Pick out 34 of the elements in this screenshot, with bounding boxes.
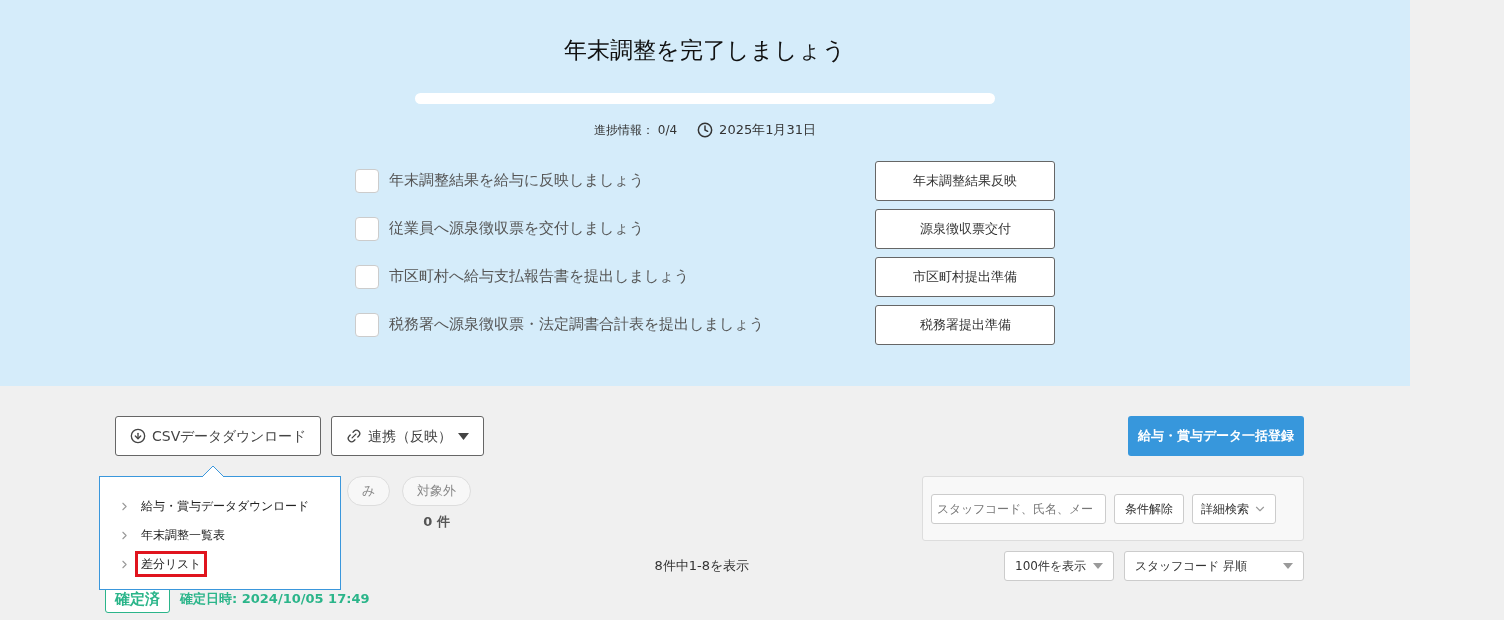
- task-button[interactable]: 年末調整結果反映: [875, 160, 1055, 201]
- menu-item[interactable]: 給与・賞与データダウンロード: [135, 493, 315, 519]
- per-page-select[interactable]: 100件を表示: [1004, 551, 1114, 581]
- link-button[interactable]: 連携（反映）: [331, 416, 485, 456]
- task-label: 税務署へ源泉徴収票・法定調書合計表を提出しましょう: [389, 314, 764, 336]
- clock-icon: [697, 121, 714, 138]
- task-label: 市区町村へ給与支払報告書を提出しましょう: [389, 266, 689, 288]
- status-count: 0 件: [423, 513, 450, 531]
- clear-conditions-button[interactable]: 条件解除: [1114, 493, 1184, 524]
- sort-select[interactable]: スタッフコード 昇順: [1124, 551, 1304, 581]
- status-filter[interactable]: み: [347, 476, 390, 506]
- task-checkbox[interactable]: [355, 312, 379, 337]
- download-icon: [130, 428, 146, 444]
- page-title: 年末調整を完了しましょう: [564, 36, 846, 65]
- deadline-date: 2025年1月31日: [719, 121, 816, 139]
- task-checkbox[interactable]: [355, 216, 379, 241]
- confirmed-date: 確定日時: 2024/10/05 17:49: [180, 590, 370, 609]
- menu-item[interactable]: 年末調整一覧表: [135, 522, 231, 548]
- menu-item[interactable]: 差分リスト: [135, 551, 207, 577]
- task-button[interactable]: 源泉徴収票交付: [875, 208, 1055, 249]
- caret-icon: [1283, 563, 1293, 569]
- csv-download-button[interactable]: CSVデータダウンロード: [115, 416, 322, 456]
- task-label: 従業員へ源泉徴収票を交付しましょう: [389, 218, 644, 240]
- task-checkbox[interactable]: [355, 168, 379, 193]
- search-field[interactable]: スタッフコード、氏名、メー: [931, 493, 1106, 524]
- progress-info: 進捗情報： 0/4: [593, 121, 678, 139]
- task-label: 年末調整結果を給与に反映しましょう: [389, 170, 644, 192]
- caret-icon: [1093, 563, 1103, 569]
- task-checkbox[interactable]: [355, 264, 379, 289]
- result-count: 8件中1-8を表示: [654, 557, 749, 576]
- caret-icon: [458, 432, 470, 440]
- task-button[interactable]: 市区町村提出準備: [875, 256, 1055, 297]
- advanced-search-button[interactable]: 詳細検索: [1192, 493, 1276, 524]
- task-button[interactable]: 税務署提出準備: [875, 304, 1055, 345]
